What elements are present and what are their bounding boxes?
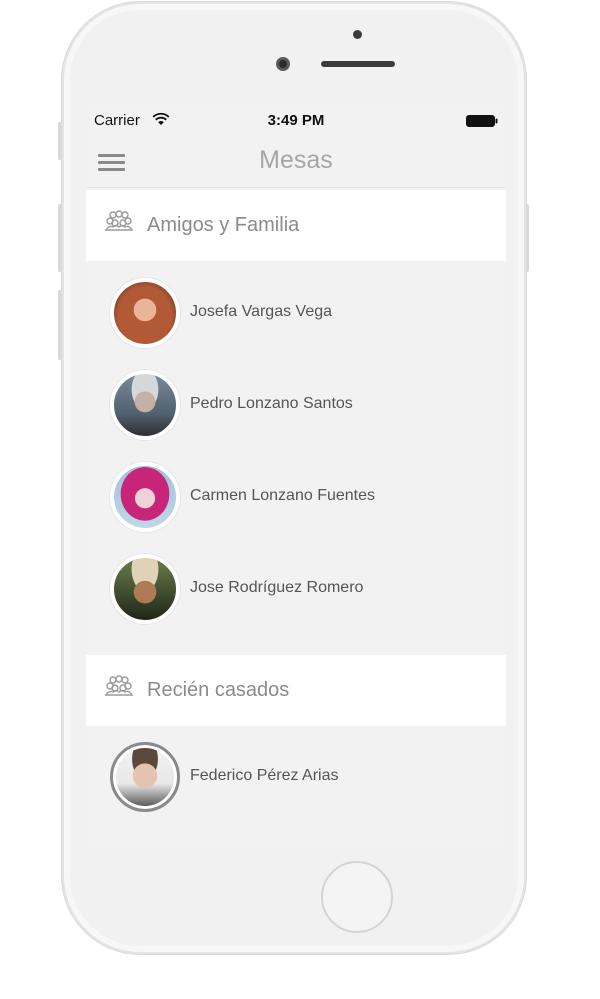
group-title: Amigos y Familia: [147, 214, 300, 236]
group-header-recien-casados[interactable]: Recién casados: [86, 655, 506, 726]
earpiece-speaker: [321, 61, 395, 67]
app-screen: Carrier 3:49 PM Mesas Amigos y Familia J…: [86, 104, 506, 850]
group-people-icon: [104, 675, 134, 696]
guest-row[interactable]: Carmen Lonzano Fuentes: [86, 450, 506, 542]
sensor-dot: [353, 30, 362, 39]
battery-icon: [466, 115, 498, 127]
group-header-amigos[interactable]: Amigos y Familia: [86, 190, 506, 261]
avatar: [110, 370, 180, 440]
guest-row[interactable]: Josefa Vargas Vega: [86, 266, 506, 358]
guest-name: Pedro Lonzano Santos: [190, 395, 353, 412]
status-time: 3:49 PM: [267, 112, 325, 129]
home-button[interactable]: [321, 861, 393, 933]
front-camera: [276, 57, 290, 71]
guest-row[interactable]: Federico Pérez Arias: [86, 730, 506, 822]
avatar: [110, 278, 180, 348]
avatar: [110, 742, 180, 812]
group-title: Recién casados: [147, 679, 290, 701]
group-people-icon: [104, 210, 134, 231]
avatar: [110, 554, 180, 624]
guest-row[interactable]: Jose Rodríguez Romero: [86, 542, 506, 634]
guest-name: Jose Rodríguez Romero: [190, 579, 364, 596]
guest-name: Federico Pérez Arias: [190, 767, 339, 784]
avatar: [110, 462, 180, 532]
guest-row[interactable]: Pedro Lonzano Santos: [86, 358, 506, 450]
guest-name: Josefa Vargas Vega: [190, 303, 333, 320]
guest-name: Carmen Lonzano Fuentes: [190, 487, 375, 504]
navigation-bar: Mesas: [86, 136, 506, 188]
status-bar: Carrier 3:49 PM: [86, 104, 506, 136]
page-title: Mesas: [259, 146, 333, 174]
